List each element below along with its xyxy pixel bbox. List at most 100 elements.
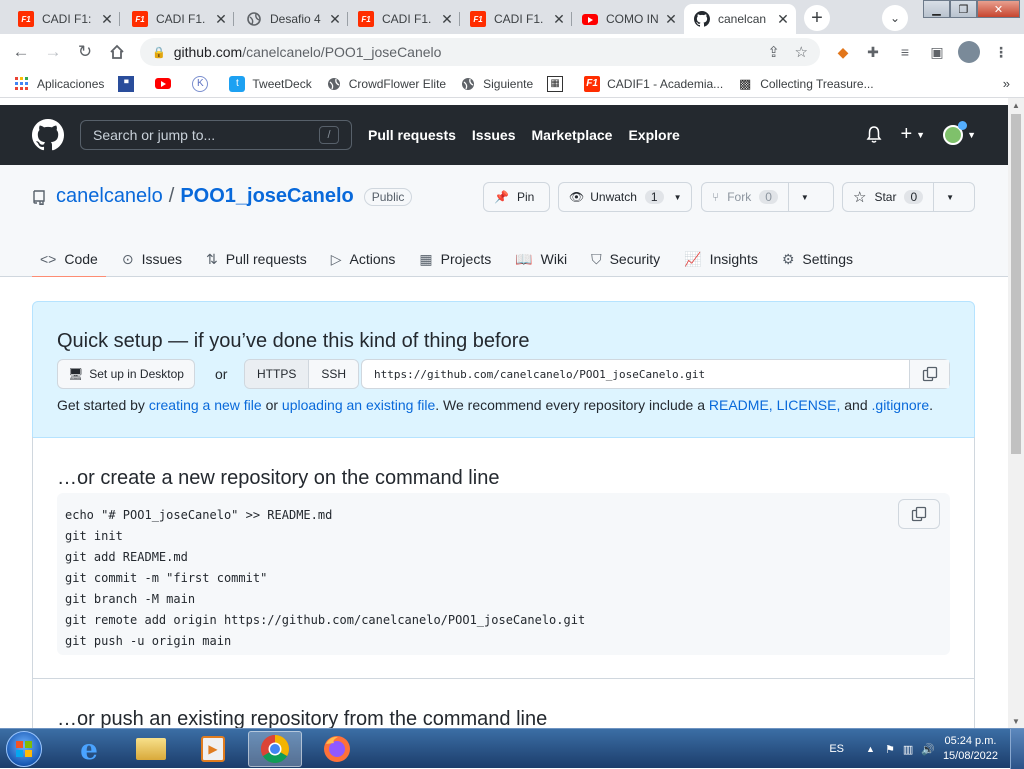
tab-issues[interactable]: ⊙ Issues — [114, 241, 190, 277]
network-icon[interactable]: ▥ — [903, 743, 913, 756]
setup-in-desktop-button[interactable]: 🖥 Set up in Desktop — [57, 359, 195, 389]
close-tab-icon[interactable]: ✕ — [328, 11, 342, 28]
copy-url-button[interactable] — [909, 360, 949, 388]
browser-tab[interactable]: COMO IN ✕ — [572, 4, 684, 34]
taskbar-chrome[interactable] — [248, 731, 302, 767]
bell-icon[interactable] — [866, 125, 882, 144]
user-avatar[interactable] — [943, 120, 968, 145]
close-tab-icon[interactable]: ✕ — [664, 11, 678, 28]
create-new-file-link[interactable]: creating a new file — [149, 397, 262, 413]
extensions-puzzle-icon[interactable]: ✚ — [862, 41, 884, 63]
pin-button[interactable]: 📌 Pin — [483, 182, 550, 212]
chevron-down-icon[interactable]: ▼ — [674, 193, 682, 202]
home-button[interactable] — [104, 39, 130, 65]
bookmark-collecting-treasure[interactable]: ▩ Collecting Treasure... — [737, 76, 874, 92]
copy-icon — [911, 506, 927, 522]
browser-tab-active[interactable]: canelcan ✕ — [684, 4, 796, 34]
more-bookmarks-icon[interactable]: » — [1003, 76, 1010, 91]
start-button[interactable] — [6, 731, 42, 767]
tab-insights[interactable]: 📈 Insights — [676, 241, 766, 277]
chevron-down-icon[interactable]: ▼ — [946, 193, 954, 202]
browser-tab[interactable]: F1 CADI F1: ✕ — [8, 4, 120, 34]
close-tab-icon[interactable]: ✕ — [214, 11, 228, 28]
tab-actions[interactable]: ▷ Actions — [323, 241, 404, 277]
profile-avatar[interactable] — [958, 41, 980, 63]
url-text: github.com/canelcanelo/POO1_joseCanelo — [174, 44, 442, 60]
close-window-button[interactable]: ✕ — [977, 0, 1020, 18]
close-tab-icon[interactable]: ✕ — [100, 11, 114, 28]
nav-issues[interactable]: Issues — [472, 127, 516, 143]
clone-url-input[interactable]: https://github.com/canelcanelo/POO1_jose… — [361, 359, 950, 389]
bookmark-crowdflower[interactable]: CrowdFlower Elite — [326, 76, 446, 92]
ssh-button[interactable]: SSH — [309, 360, 359, 388]
metamask-icon[interactable]: ◆ — [832, 41, 854, 63]
nav-pull-requests[interactable]: Pull requests — [368, 127, 456, 143]
close-tab-icon[interactable]: ✕ — [776, 11, 790, 28]
browser-tab[interactable]: F1 CADI F1. ✕ — [348, 4, 460, 34]
taskbar-firefox[interactable] — [310, 731, 364, 767]
bookmark-youtube[interactable] — [155, 76, 178, 92]
copy-commands-button[interactable] — [898, 499, 940, 529]
taskbar-internet-explorer[interactable]: e — [62, 731, 116, 767]
forward-button[interactable]: → — [40, 39, 66, 65]
browser-tab[interactable]: F1 CADI F1. ✕ — [122, 4, 234, 34]
scrollbar-thumb[interactable] — [1011, 114, 1021, 454]
star-button[interactable]: ☆ Star 0 ▼ — [842, 182, 975, 212]
bookmark-item[interactable]: K — [192, 75, 215, 92]
bookmark-star-icon[interactable]: ☆ — [795, 43, 808, 61]
create-new-plus-icon[interactable]: + — [900, 123, 912, 146]
nav-explore[interactable]: Explore — [628, 127, 679, 143]
github-logo-icon[interactable] — [32, 119, 64, 151]
maximize-button[interactable]: ❐ — [950, 0, 977, 18]
media-controls-icon[interactable]: ≡ — [894, 41, 916, 63]
bookmark-siguiente[interactable]: Siguiente — [460, 76, 533, 92]
action-center-flag-icon[interactable]: ⚑ — [885, 743, 895, 756]
back-button[interactable]: ← — [8, 39, 34, 65]
browser-tab[interactable]: F1 CADI F1. ✕ — [460, 4, 572, 34]
close-tab-icon[interactable]: ✕ — [552, 11, 566, 28]
github-search-input[interactable]: Search or jump to... / — [80, 120, 352, 150]
tab-projects[interactable]: ▦ Projects — [411, 241, 499, 277]
show-desktop-button[interactable] — [1010, 729, 1024, 769]
scroll-up-arrow[interactable]: ▲ — [1008, 98, 1024, 112]
taskbar-file-explorer[interactable] — [124, 731, 178, 767]
taskbar-media-player[interactable]: ▶ — [186, 731, 240, 767]
scroll-down-arrow[interactable]: ▼ — [1008, 714, 1024, 728]
nav-marketplace[interactable]: Marketplace — [532, 127, 613, 143]
tab-search-button[interactable]: ⌄ — [882, 5, 908, 31]
volume-icon[interactable]: 🔊 — [921, 743, 935, 756]
upload-existing-file-link[interactable]: uploading an existing file — [282, 397, 435, 413]
share-icon[interactable]: ⇪ — [767, 43, 780, 61]
reload-button[interactable]: ↻ — [72, 39, 98, 65]
repo-name-link[interactable]: POO1_joseCanelo — [180, 185, 353, 208]
browser-tab[interactable]: Desafio 4 ✕ — [236, 4, 348, 34]
address-bar[interactable]: 🔒 github.com/canelcanelo/POO1_joseCanelo… — [140, 38, 820, 66]
gitignore-link[interactable]: .gitignore — [872, 397, 930, 413]
chevron-down-icon[interactable]: ▼ — [801, 193, 809, 202]
fork-button[interactable]: ⑂ Fork 0 ▼ — [701, 182, 834, 212]
tab-settings[interactable]: ⚙ Settings — [774, 241, 861, 277]
https-button[interactable]: HTTPS — [245, 360, 310, 388]
clock[interactable]: 05:24 p.m. 15/08/2022 — [943, 734, 998, 764]
bookmark-item[interactable]: ▀ — [118, 75, 141, 92]
hint-text: . We recommend every repository include … — [435, 397, 705, 413]
bookmark-cadif1[interactable]: F1 CADIF1 - Academia... — [584, 75, 723, 92]
new-tab-button[interactable]: + — [804, 5, 830, 31]
browser-menu-icon[interactable]: ⋮ — [990, 41, 1012, 63]
tab-wiki[interactable]: 📖 Wiki — [507, 241, 575, 277]
tab-pull-requests[interactable]: ⇅ Pull requests — [198, 241, 315, 277]
side-panel-icon[interactable]: ▣ — [926, 41, 948, 63]
bookmark-item[interactable]: ▦ — [547, 75, 570, 92]
page-scrollbar[interactable]: ▲ ▼ — [1008, 98, 1024, 728]
bookmark-tweetdeck[interactable]: t TweetDeck — [229, 75, 312, 92]
tab-security[interactable]: ⛉ Security — [583, 241, 668, 277]
unwatch-button[interactable]: 👁 Unwatch 1 ▼ — [558, 182, 692, 212]
close-tab-icon[interactable]: ✕ — [440, 11, 454, 28]
tab-code[interactable]: <> Code — [32, 241, 106, 278]
bookmark-apps[interactable]: Aplicaciones — [14, 76, 104, 92]
repo-owner-link[interactable]: canelcanelo — [56, 185, 163, 208]
minimize-button[interactable]: ▁ — [923, 0, 950, 18]
readme-license-link[interactable]: README, LICENSE, — [709, 397, 840, 413]
show-hidden-icons-arrow-icon[interactable]: ▲ — [866, 744, 875, 754]
input-language[interactable]: ES — [829, 743, 844, 755]
